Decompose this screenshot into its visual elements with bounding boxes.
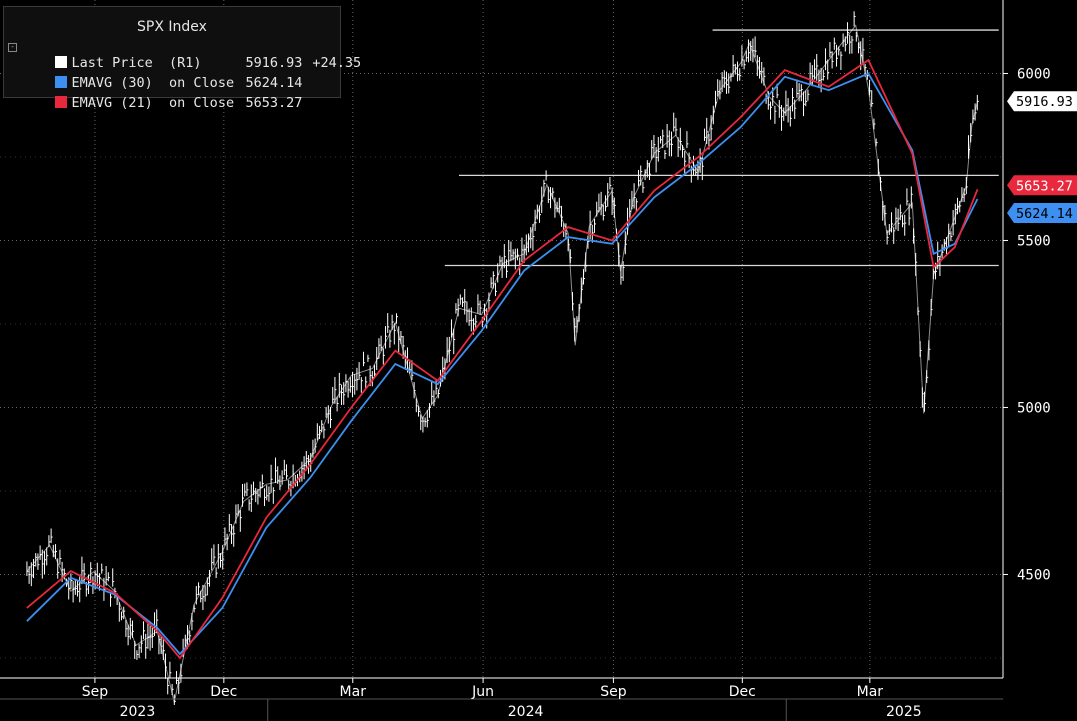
y-tick-label: 4500: [1017, 567, 1051, 583]
y-tick-label: 5000: [1017, 400, 1051, 416]
legend-row-last-price[interactable]: Last Price (R1) 5916.93 +24.35: [22, 39, 361, 71]
legend-row-ema30[interactable]: EMAVG (30) on Close 5624.14: [22, 59, 302, 91]
ema30-line: [26, 72, 979, 656]
legend-label: EMAVG (21) on Close: [71, 95, 235, 111]
x-tick-label: Dec: [729, 684, 756, 700]
legend-row-ema21[interactable]: EMAVG (21) on Close 5653.27: [22, 79, 302, 111]
x-year-label: 2024: [508, 704, 544, 720]
chart-series: [26, 11, 979, 705]
legend-title: SPX Index: [137, 19, 207, 35]
ema21-line: [26, 58, 979, 660]
x-tick-label: Mar: [857, 684, 884, 700]
value-tag-label: 5653.27: [1016, 178, 1073, 194]
y-tick-label: 5500: [1017, 233, 1051, 249]
x-tick-label: Sep: [600, 684, 627, 700]
legend-change: +24.35: [312, 55, 362, 71]
legend-swatch: [54, 96, 67, 108]
x-year-label: 2023: [120, 704, 156, 720]
value-tag-label: 5916.93: [1016, 94, 1073, 110]
x-tick-label: Dec: [210, 684, 237, 700]
price-line: [26, 24, 978, 703]
collapse-toggle-icon[interactable]: -: [8, 43, 17, 52]
last-value-labels: 5916.93 5653.27 5624.14: [1007, 91, 1077, 224]
x-tick-label: Jun: [471, 684, 494, 700]
x-tick-label: Mar: [340, 684, 367, 700]
chart-legend[interactable]: - SPX Index Last Price (R1) 5916.93 +24.35…: [3, 6, 361, 111]
horizontal-level-lines: [444, 29, 999, 267]
x-year-label: 2025: [886, 704, 922, 720]
y-tick-label: 6000: [1017, 66, 1051, 82]
legend-value: 5653.27: [245, 95, 303, 111]
x-tick-label: Sep: [82, 684, 109, 700]
value-tag-label: 5624.14: [1016, 206, 1073, 222]
